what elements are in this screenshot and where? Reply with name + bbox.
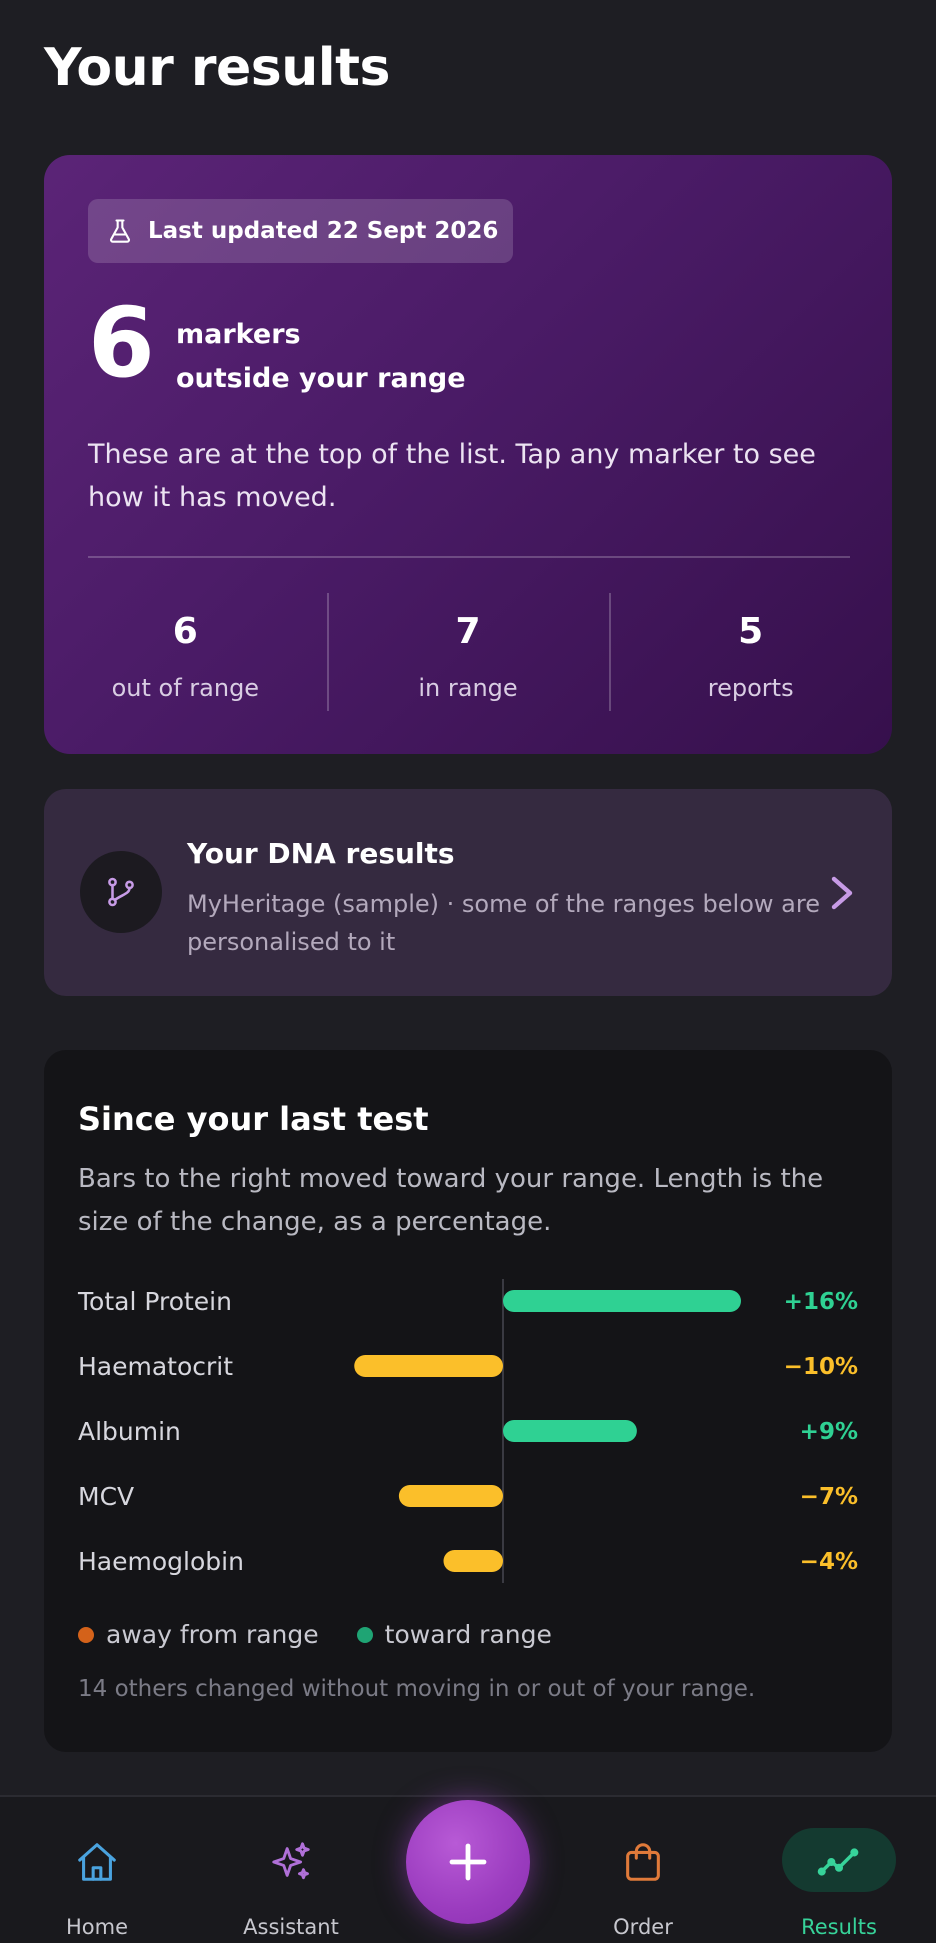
change-bar bbox=[503, 1290, 741, 1312]
nav-home-label: Home bbox=[65, 1915, 128, 1939]
git-branch-icon bbox=[108, 877, 134, 907]
stat-value: 7 bbox=[455, 611, 481, 652]
nav-order[interactable]: Order bbox=[568, 1797, 718, 1943]
stat-value: 6 bbox=[172, 611, 198, 652]
stat-reports: 5 reports bbox=[609, 593, 892, 711]
nav-assistant[interactable]: Assistant bbox=[216, 1797, 366, 1943]
dna-icon-container bbox=[80, 851, 162, 933]
stat-label: reports bbox=[707, 674, 794, 702]
marker-label: Total Protein bbox=[77, 1287, 232, 1316]
shopping-bag-icon bbox=[626, 1843, 660, 1881]
legend-toward-label: toward range bbox=[384, 1620, 552, 1649]
nav-order-label: Order bbox=[613, 1915, 673, 1939]
change-value-label: −7% bbox=[800, 1484, 858, 1510]
stat-out-of-range: 6 out of range bbox=[44, 593, 327, 711]
change-value-label: +16% bbox=[784, 1289, 858, 1315]
chart-footnote: 14 others changed without moving in or o… bbox=[78, 1676, 756, 1702]
page-title: Your results bbox=[44, 38, 390, 98]
legend-away: away from range bbox=[78, 1620, 319, 1649]
flask-icon bbox=[110, 219, 130, 243]
trend-line-icon bbox=[817, 1848, 859, 1876]
stat-in-range: 7 in range bbox=[326, 593, 610, 711]
marker-label: Albumin bbox=[78, 1417, 181, 1446]
results-page: Your results Last updated 22 Sept 2026 6… bbox=[0, 0, 936, 1943]
count-line-2: outside your range bbox=[176, 363, 466, 394]
change-value-label: −4% bbox=[800, 1549, 858, 1575]
chevron-right-icon bbox=[831, 876, 853, 910]
dna-title: Your DNA results bbox=[187, 837, 455, 870]
change-bar bbox=[503, 1420, 637, 1442]
legend-away-label: away from range bbox=[106, 1620, 319, 1649]
last-updated-badge: Last updated 22 Sept 2026 bbox=[88, 199, 513, 263]
add-button[interactable] bbox=[406, 1800, 530, 1924]
count-description: markers outside your range bbox=[176, 313, 466, 401]
summary-card: Last updated 22 Sept 2026 6 markers outs… bbox=[44, 155, 892, 754]
marker-label: MCV bbox=[78, 1482, 134, 1511]
stat-value: 5 bbox=[738, 611, 764, 652]
marker-label: Haematocrit bbox=[78, 1352, 233, 1381]
since-last-test-card: Since your last test Bars to the right m… bbox=[44, 1050, 892, 1752]
change-value-label: −10% bbox=[784, 1354, 858, 1380]
summary-stats: 6 out of range 7 in range 5 reports bbox=[44, 593, 892, 711]
change-value-label: +9% bbox=[800, 1419, 858, 1445]
out-of-range-count: 6 bbox=[88, 287, 155, 399]
change-bar bbox=[443, 1550, 503, 1572]
stat-label: out of range bbox=[111, 674, 260, 702]
nav-assistant-label: Assistant bbox=[243, 1915, 339, 1939]
dna-results-card[interactable]: Your DNA results MyHeritage (sample) · s… bbox=[44, 789, 892, 996]
sparkles-icon bbox=[272, 1842, 310, 1880]
chart-legend: away from range toward range bbox=[78, 1620, 590, 1649]
nav-results-label: Results bbox=[801, 1915, 877, 1939]
legend-toward: toward range bbox=[356, 1620, 552, 1649]
marker-label: Haemoglobin bbox=[78, 1547, 244, 1576]
plus-icon bbox=[449, 1843, 487, 1881]
legend-toward-dot bbox=[356, 1626, 373, 1643]
summary-description: These are at the top of the list. Tap an… bbox=[88, 439, 816, 513]
change-bar bbox=[398, 1485, 503, 1507]
stat-label: in range bbox=[418, 674, 518, 702]
summary-divider bbox=[88, 556, 850, 558]
change-bar bbox=[354, 1355, 503, 1377]
dna-subtitle: MyHeritage (sample) · some of the ranges… bbox=[187, 890, 820, 956]
count-line-1: markers bbox=[176, 319, 301, 350]
legend-away-dot bbox=[78, 1626, 94, 1643]
change-chart: Total Protein +16% Haematocrit −10% Albumin +… bbox=[77, 1279, 858, 1583]
last-updated-text: Last updated 22 Sept 2026 bbox=[148, 218, 499, 244]
home-icon bbox=[78, 1843, 116, 1881]
nav-home[interactable]: Home bbox=[22, 1797, 172, 1943]
